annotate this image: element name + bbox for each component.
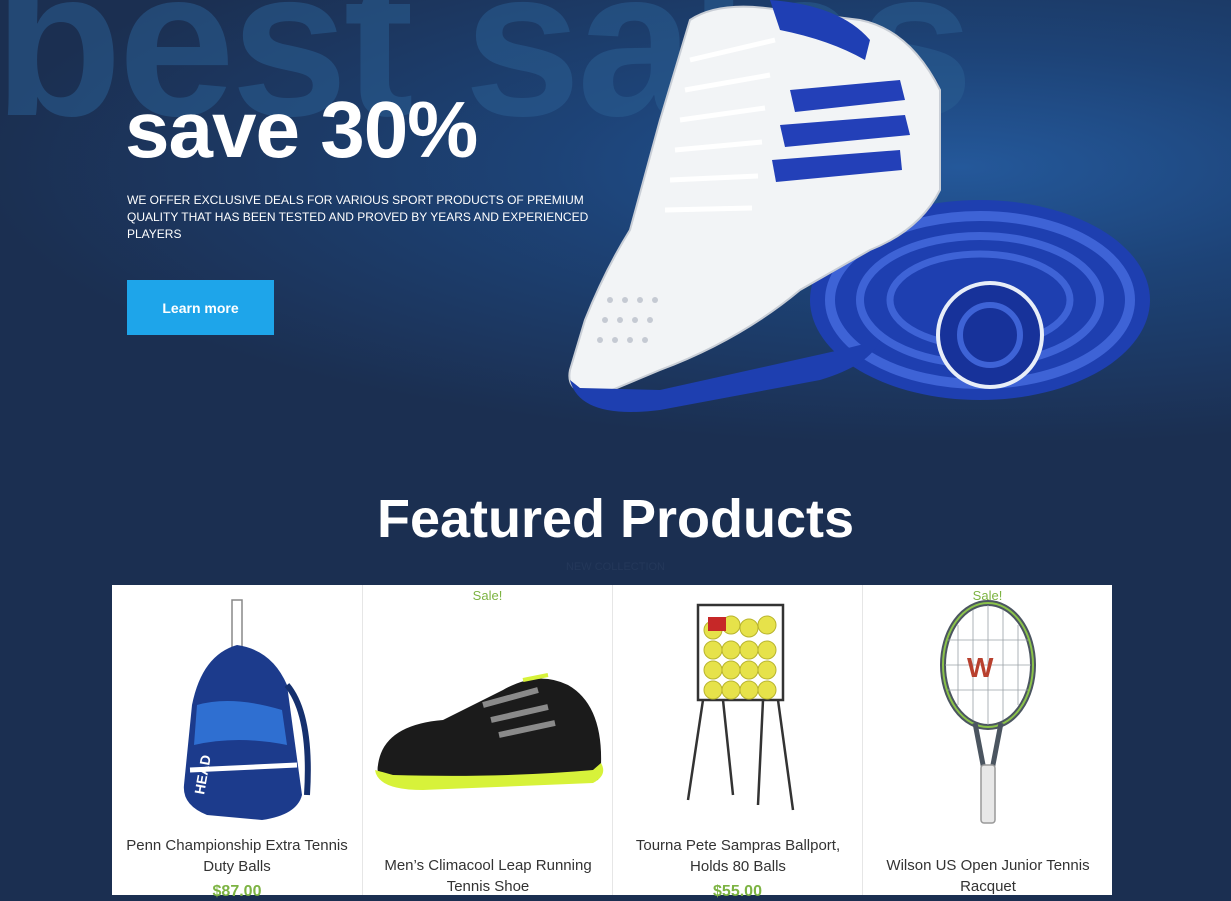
ball-basket-image (686, 603, 795, 811)
featured-products-subtitle: NEW COLLECTION (565, 561, 665, 573)
product-card[interactable]: HEAD Penn Championship Extra Tennis Duty… (112, 585, 362, 900)
tennis-shoe-image (568, 0, 1150, 412)
product-grid: HEAD Penn Championship Extra Tennis Duty… (112, 585, 1112, 900)
tennis-backpack-image: HEAD (183, 599, 311, 820)
product-price: $87.00 (212, 883, 262, 900)
running-shoe-image (375, 673, 604, 790)
product-name[interactable]: Tourna Pete Sampras Ballport, Holds 80 B… (621, 835, 855, 877)
hero-description: WE OFFER EXCLUSIVE DEALS FOR VARIOUS SPO… (127, 193, 589, 241)
product-price: $55.00 (713, 883, 762, 900)
product-card[interactable]: Tourna Pete Sampras Ballport, Holds 80 B… (612, 585, 862, 900)
svg-text:W: W (967, 652, 994, 683)
hero-banner: best sales save 30% WE OFFER EXCLUSIVE D… (0, 0, 1231, 440)
product-card[interactable]: Sale! W Wilson US Open Junior Tennis Rac… (862, 585, 1112, 895)
product-name[interactable]: Men’s Climacool Leap Running Tennis Shoe (371, 855, 605, 897)
featured-products-title: Featured Products (376, 489, 855, 549)
hero-headline: save 30% (125, 85, 478, 174)
tennis-racquet-image: W (940, 600, 1036, 824)
product-name[interactable]: Penn Championship Extra Tennis Duty Ball… (120, 835, 354, 877)
product-card[interactable]: Sale! Men’s Climacool Leap Running Tenni… (362, 585, 612, 895)
product-name[interactable]: Wilson US Open Junior Tennis Racquet (871, 855, 1105, 897)
learn-more-button[interactable]: Learn more (127, 280, 274, 335)
